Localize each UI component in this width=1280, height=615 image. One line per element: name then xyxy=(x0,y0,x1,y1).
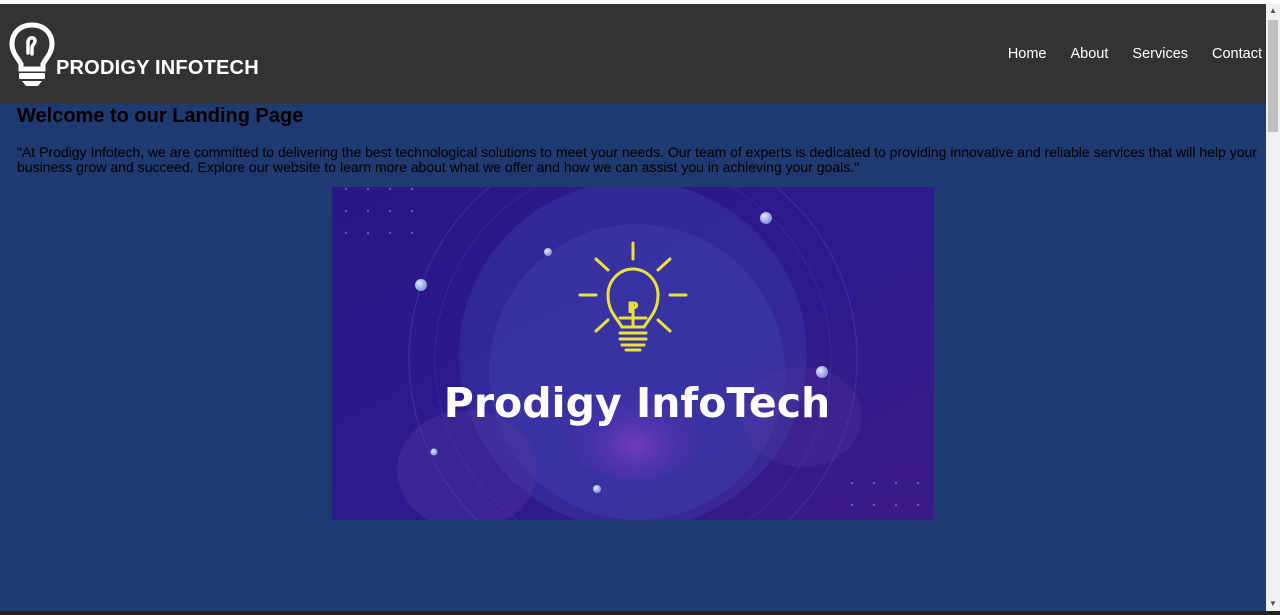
nav-link-services[interactable]: Services xyxy=(1120,46,1200,62)
intro-paragraph: "At Prodigy Infotech, we are committed t… xyxy=(17,144,1257,175)
browser-viewport: PRODIGY INFOTECH Home About Services Con… xyxy=(0,0,1280,615)
nav-link-contact[interactable]: Contact xyxy=(1200,46,1262,62)
lightbulb-icon xyxy=(9,22,55,86)
hero-title: Prodigy InfoTech xyxy=(444,379,830,427)
main-nav: Home About Services Contact xyxy=(996,46,1262,62)
chevron-up-icon[interactable]: ▲ xyxy=(1266,4,1280,18)
window-bottom-border xyxy=(0,611,1280,615)
scrollbar-thumb[interactable] xyxy=(1268,20,1278,132)
nav-link-about[interactable]: About xyxy=(1059,46,1121,62)
chevron-down-icon[interactable]: ▼ xyxy=(1266,597,1280,611)
hero-banner-graphic: P Prodigy InfoTech xyxy=(332,187,934,520)
welcome-section: Welcome to our Landing Page "At Prodigy … xyxy=(17,104,1257,175)
brand-name: PRODIGY INFOTECH xyxy=(56,57,259,79)
landing-page: PRODIGY INFOTECH Home About Services Con… xyxy=(0,4,1266,611)
hero-image: P Prodigy InfoTech xyxy=(332,187,934,520)
nav-link-home[interactable]: Home xyxy=(996,46,1059,62)
bulb-letter: P xyxy=(627,298,639,317)
vertical-scrollbar[interactable]: ▲ ▼ xyxy=(1266,4,1280,611)
navbar: PRODIGY INFOTECH Home About Services Con… xyxy=(0,4,1266,104)
page-title: Welcome to our Landing Page xyxy=(17,105,304,127)
